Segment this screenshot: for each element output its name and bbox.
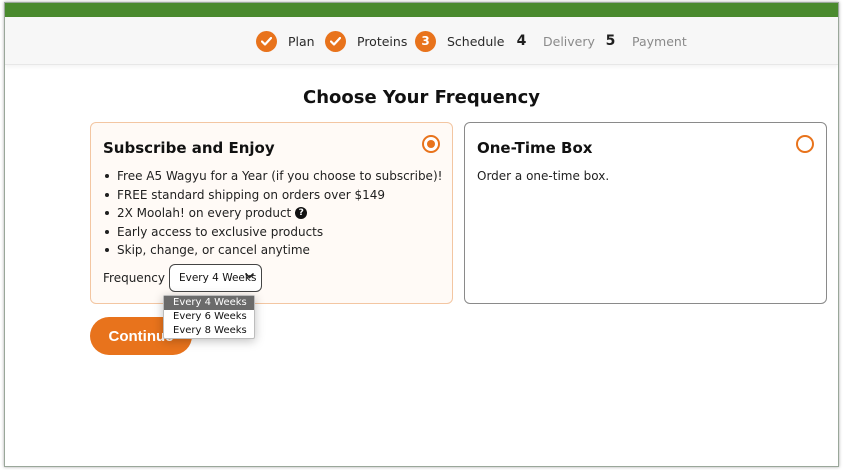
radio-selected-dot	[427, 140, 435, 148]
benefit-item: Skip, change, or cancel anytime	[103, 241, 442, 260]
step-label: Plan	[288, 33, 315, 49]
step-plan[interactable]: Plan	[256, 30, 315, 52]
subscribe-option-card[interactable]: Subscribe and Enjoy Free A5 Wagyu for a …	[90, 122, 453, 304]
one-time-radio[interactable]	[796, 135, 814, 153]
benefits-list: Free A5 Wagyu for a Year (if you choose …	[103, 167, 442, 260]
bullet	[105, 192, 109, 197]
benefit-item: Early access to exclusive products	[103, 223, 442, 242]
frequency-label: Frequency	[103, 271, 165, 285]
chevron-down-icon	[245, 272, 254, 282]
step-label: Delivery	[543, 33, 595, 49]
browser-viewport: Plan Proteins 3 Schedule 4 Delivery 5 Pa…	[4, 2, 839, 467]
benefit-item: FREE standard shipping on orders over $1…	[103, 186, 442, 205]
one-time-title: One-Time Box	[477, 139, 593, 157]
frequency-dropdown-menu: Every 4 Weeks Every 6 Weeks Every 8 Week…	[163, 295, 255, 339]
frequency-select[interactable]: Every 4 Weeks	[169, 264, 262, 292]
check-icon	[325, 30, 346, 52]
benefit-text: Free A5 Wagyu for a Year (if you choose …	[117, 169, 443, 183]
benefit-item: Free A5 Wagyu for a Year (if you choose …	[103, 167, 442, 186]
one-time-option-card[interactable]: One-Time Box Order a one-time box.	[464, 122, 827, 304]
step-payment: 5 Payment	[600, 30, 687, 52]
bullet	[105, 174, 109, 179]
benefit-text: FREE standard shipping on orders over $1…	[117, 187, 385, 202]
frequency-row: Frequency Every 4 Weeks	[103, 264, 262, 292]
step-schedule: 3 Schedule	[415, 30, 504, 52]
benefit-item: 2X Moolah! on every product?	[103, 204, 442, 223]
checkout-stepper: Plan Proteins 3 Schedule 4 Delivery 5 Pa…	[5, 17, 838, 65]
benefit-text: Early access to exclusive products	[117, 224, 324, 239]
benefit-text: 2X Moolah! on every product	[117, 206, 292, 220]
step-delivery: 4 Delivery	[511, 30, 595, 52]
step-number: 4	[516, 33, 527, 49]
subscribe-radio[interactable]	[422, 135, 440, 153]
step-number-badge: 3	[415, 30, 436, 52]
bullet	[105, 229, 109, 234]
benefit-text: Skip, change, or cancel anytime	[117, 243, 310, 257]
top-brand-bar	[5, 3, 838, 17]
step-label: Proteins	[357, 33, 408, 49]
help-icon[interactable]: ?	[295, 207, 308, 220]
step-number: 5	[605, 33, 616, 49]
dropdown-option[interactable]: Every 6 Weeks	[164, 310, 254, 324]
page-title: Choose Your Frequency	[302, 87, 540, 108]
dropdown-option[interactable]: Every 4 Weeks	[164, 296, 254, 310]
bullet	[105, 248, 109, 253]
check-icon	[256, 30, 277, 52]
one-time-description: Order a one-time box.	[477, 169, 610, 183]
bullet	[105, 211, 109, 216]
subscribe-title: Subscribe and Enjoy	[103, 139, 275, 157]
dropdown-option[interactable]: Every 8 Weeks	[164, 324, 254, 338]
step-label: Payment	[632, 33, 687, 49]
step-proteins[interactable]: Proteins	[325, 30, 407, 52]
step-label: Schedule	[447, 33, 505, 49]
